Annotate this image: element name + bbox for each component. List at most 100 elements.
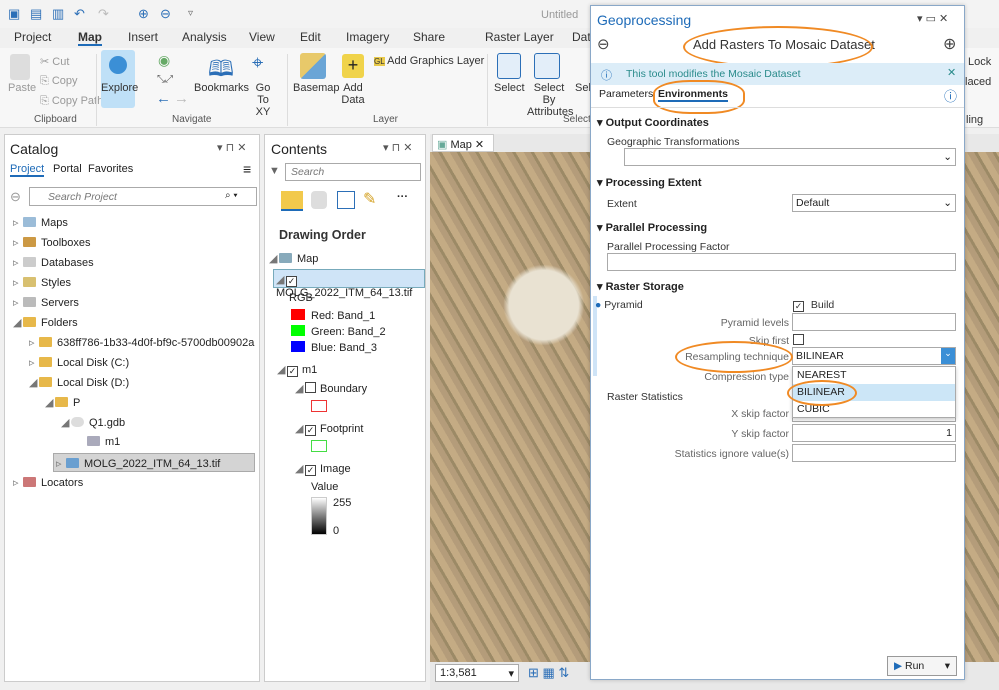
customize-icon[interactable]: ▿ — [188, 8, 193, 19]
next-extent-icon[interactable]: → — [174, 90, 189, 107]
tree-item-p[interactable]: ◢ P — [45, 396, 80, 409]
pane-controls-icon[interactable]: ▾ ▭ ✕ — [917, 12, 948, 25]
paste-button[interactable]: Paste — [8, 82, 36, 94]
tab-project[interactable]: Project — [14, 30, 51, 44]
tree-item-local-d[interactable]: ◢ Local Disk (D:) — [29, 376, 129, 389]
redo-icon[interactable]: ↷ — [98, 6, 109, 22]
tab-parameters[interactable]: Parameters — [599, 88, 653, 100]
chevron-down-icon[interactable]: ⌄ — [941, 348, 955, 364]
tab-imagery[interactable]: Imagery — [346, 30, 389, 44]
open-project-icon[interactable]: ▤ — [30, 6, 42, 22]
tree-item-molg-tif[interactable]: ▹ MOLG_2022_ITM_64_13.tif — [53, 453, 255, 472]
tab-share[interactable]: Share — [413, 30, 445, 44]
tree-item-maps[interactable]: ▹ Maps — [13, 216, 68, 229]
catalog-tab-favorites[interactable]: Favorites — [88, 163, 133, 175]
back-icon[interactable]: ⊖ — [597, 35, 610, 53]
lock-button[interactable]: Lock — [968, 56, 991, 68]
select-by-attributes-button[interactable]: Select By Attributes — [527, 82, 573, 118]
zoom-out-icon[interactable]: ⊖ — [160, 6, 171, 22]
m1-visibility-checkbox[interactable]: ✓ — [287, 366, 298, 377]
editing-icon[interactable]: ✎ — [363, 189, 376, 209]
section-output-coordinates[interactable]: ▾ Output Coordinates — [597, 116, 709, 129]
image-checkbox[interactable]: ✓ — [305, 465, 316, 476]
explore-button[interactable]: Explore — [101, 50, 138, 108]
footprint-node[interactable]: ◢ ✓ Footprint — [295, 422, 363, 436]
add-icon[interactable]: ⊕ — [943, 34, 956, 54]
previous-extent-icon[interactable]: ← — [156, 90, 171, 107]
tree-item-folder-guid[interactable]: ▹ 638ff786-1b33-4d0f-bf9c-5700db00902a — [29, 336, 254, 349]
image-node[interactable]: ◢ ✓ Image — [295, 462, 351, 476]
more-icon[interactable]: ··· — [397, 191, 408, 203]
checkbox[interactable]: ✓ — [793, 301, 804, 312]
tree-item-q1-gdb[interactable]: ◢ Q1.gdb — [61, 416, 125, 429]
resampling-select[interactable]: BILINEAR ⌄ — [792, 347, 956, 365]
catalog-tab-portal[interactable]: Portal — [53, 163, 82, 175]
data-source-icon[interactable] — [311, 191, 327, 209]
parallel-factor-input[interactable] — [607, 253, 956, 271]
tree-item-servers[interactable]: ▹ Servers — [13, 296, 79, 309]
build-checkbox[interactable]: ✓ Build — [793, 299, 834, 312]
tab-raster-layer[interactable]: Raster Layer — [485, 30, 554, 44]
undo-icon[interactable]: ↶ — [74, 6, 85, 22]
skip-first-checkbox[interactable] — [793, 334, 804, 345]
add-data-button[interactable]: Add Data — [341, 82, 365, 106]
map-tab[interactable]: ▣ Map ✕ — [432, 134, 494, 152]
menu-icon[interactable]: ≡ — [243, 161, 251, 177]
map-tools-icons[interactable]: ⊞ ▦ ⇅ — [528, 665, 569, 681]
tab-view[interactable]: View — [249, 30, 275, 44]
tree-item-local-c[interactable]: ▹ Local Disk (C:) — [29, 356, 129, 369]
pane-controls-icon[interactable]: ▾ ⊓ ✕ — [217, 141, 246, 154]
go-to-xy-button[interactable]: Go To XY — [249, 82, 277, 118]
selection-icon[interactable] — [337, 191, 355, 209]
search-icon[interactable]: ⌕ ▾ — [225, 190, 238, 201]
map-node[interactable]: ◢ Map — [269, 252, 318, 265]
bookmarks-button[interactable]: Bookmarks — [194, 82, 249, 94]
tree-item-styles[interactable]: ▹ Styles — [13, 276, 71, 289]
tree-item-locators[interactable]: ▹ Locators — [13, 476, 83, 489]
scale-select[interactable]: 1:3,581 ▾ — [435, 664, 519, 682]
tab-map[interactable]: Map — [78, 30, 102, 46]
drawing-order-icon[interactable] — [281, 191, 303, 211]
footprint-checkbox[interactable]: ✓ — [305, 425, 316, 436]
select-by-location-button[interactable]: Sel Loc — [575, 82, 591, 94]
extent-select[interactable]: Default ⌄ — [792, 194, 956, 212]
zoom-in-icon[interactable]: ⊕ — [138, 6, 149, 22]
save-icon[interactable]: ▥ — [52, 6, 64, 22]
select-button[interactable]: Select — [494, 82, 525, 94]
section-raster-storage[interactable]: ▾ Raster Storage — [597, 280, 684, 293]
back-icon[interactable]: ⊖ — [10, 189, 21, 205]
full-extent-icon[interactable]: ◉ — [158, 52, 170, 69]
tree-item-m1[interactable]: m1 — [77, 436, 120, 448]
new-project-icon[interactable]: ▣ — [8, 6, 20, 22]
contents-search-input[interactable]: Search — [285, 163, 421, 181]
cut-button[interactable]: ✂ Cut — [40, 55, 69, 68]
tree-item-toolboxes[interactable]: ▹ Toolboxes — [13, 236, 91, 249]
add-graphics-layer-button[interactable]: GL Add Graphics Layer — [374, 55, 484, 67]
boundary-checkbox[interactable] — [305, 382, 316, 393]
catalog-tab-project[interactable]: Project — [10, 163, 45, 177]
pane-controls-icon[interactable]: ▾ ⊓ ✕ — [383, 141, 412, 154]
basemap-button[interactable]: Basemap — [293, 82, 339, 94]
tree-item-folders[interactable]: ◢ Folders — [13, 316, 78, 329]
layer-visibility-checkbox[interactable]: ✓ — [286, 276, 297, 287]
tab-insert[interactable]: Insert — [128, 30, 158, 44]
run-button[interactable]: ▶ Run ▾ — [887, 656, 957, 676]
footprint-symbol[interactable] — [311, 440, 327, 452]
y-skip-input[interactable]: 1 — [792, 424, 956, 442]
help-icon[interactable]: ⓘ — [944, 86, 957, 105]
copy-button[interactable]: ⎘ Copy — [40, 75, 78, 88]
boundary-symbol[interactable] — [311, 400, 327, 412]
mosaic-m1-node[interactable]: ◢ ✓ m1 — [277, 363, 317, 377]
fixed-zoom-icon[interactable]: ⤡⤢ — [157, 74, 173, 85]
section-processing-extent[interactable]: ▾ Processing Extent — [597, 176, 702, 189]
tab-data[interactable]: Dat — [572, 30, 591, 44]
copy-path-button[interactable]: ⎘ Copy Path — [40, 95, 103, 108]
section-parallel-processing[interactable]: ▾ Parallel Processing — [597, 221, 707, 234]
tab-analysis[interactable]: Analysis — [182, 30, 227, 44]
tree-item-databases[interactable]: ▹ Databases — [13, 256, 94, 269]
pyramid-levels-input[interactable] — [792, 313, 956, 331]
catalog-search-input[interactable]: Search Project — [29, 187, 257, 206]
geo-transform-select[interactable]: ⌄ — [624, 148, 956, 166]
boundary-node[interactable]: ◢ Boundary — [295, 382, 367, 395]
close-icon[interactable]: ✕ — [947, 66, 956, 79]
